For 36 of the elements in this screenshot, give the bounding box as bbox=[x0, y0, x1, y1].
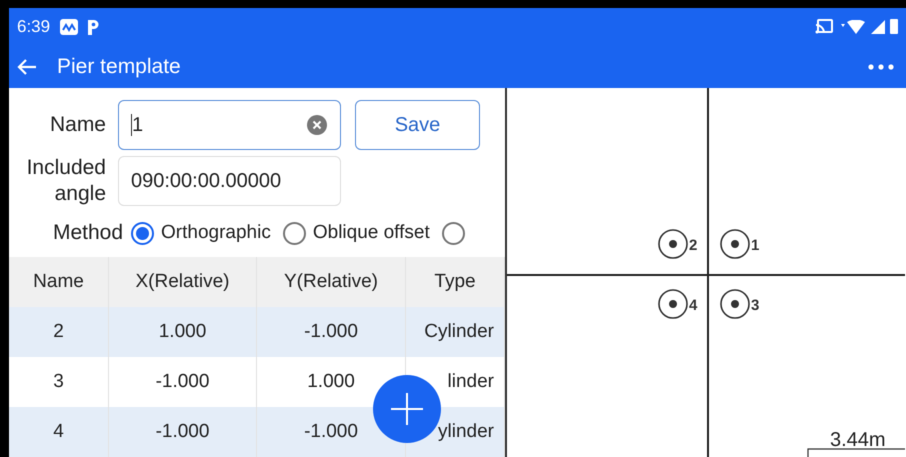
radio-button[interactable] bbox=[282, 222, 306, 245]
battery-icon bbox=[890, 19, 898, 34]
pier-marker bbox=[658, 289, 688, 319]
scale-label: 3.44m bbox=[830, 429, 886, 451]
page-title: Pier template bbox=[57, 54, 181, 80]
name-field[interactable]: 1 bbox=[118, 100, 341, 150]
angle-field[interactable]: 090:00:00.00000 bbox=[118, 156, 341, 206]
pier-label: 3 bbox=[751, 297, 760, 314]
pier-marker bbox=[658, 229, 688, 259]
table-cell: -1.000 bbox=[109, 407, 257, 457]
back-arrow-icon[interactable] bbox=[17, 58, 37, 76]
radio-label: Oblique offset bbox=[312, 220, 430, 245]
field-label: Included angle bbox=[26, 154, 107, 207]
field-label: Name bbox=[48, 112, 107, 138]
cast-icon bbox=[815, 19, 833, 34]
parking-icon bbox=[87, 18, 100, 34]
pier-marker bbox=[720, 229, 750, 259]
pier-marker bbox=[720, 289, 750, 319]
radio-button[interactable] bbox=[131, 222, 154, 245]
wifi-icon bbox=[841, 20, 867, 34]
app-icon bbox=[60, 18, 78, 34]
radio-button[interactable] bbox=[442, 222, 465, 245]
more-icon[interactable] bbox=[868, 64, 894, 70]
status-time: 6:39 bbox=[17, 16, 50, 38]
table-cell: 4 bbox=[9, 407, 109, 457]
field-value: 090:00:00.00000 bbox=[131, 168, 282, 194]
field-label: Method bbox=[52, 220, 124, 246]
pier-label: 2 bbox=[689, 237, 698, 254]
pier-label: 1 bbox=[751, 237, 760, 254]
signal-icon bbox=[871, 20, 885, 34]
save-button[interactable]: Save bbox=[355, 100, 480, 150]
clear-icon[interactable] bbox=[306, 114, 328, 136]
plus-icon bbox=[391, 393, 423, 425]
radio-label: Orthographic bbox=[161, 220, 271, 245]
pier-label: 4 bbox=[689, 297, 698, 314]
field-value: 1 bbox=[132, 112, 144, 138]
